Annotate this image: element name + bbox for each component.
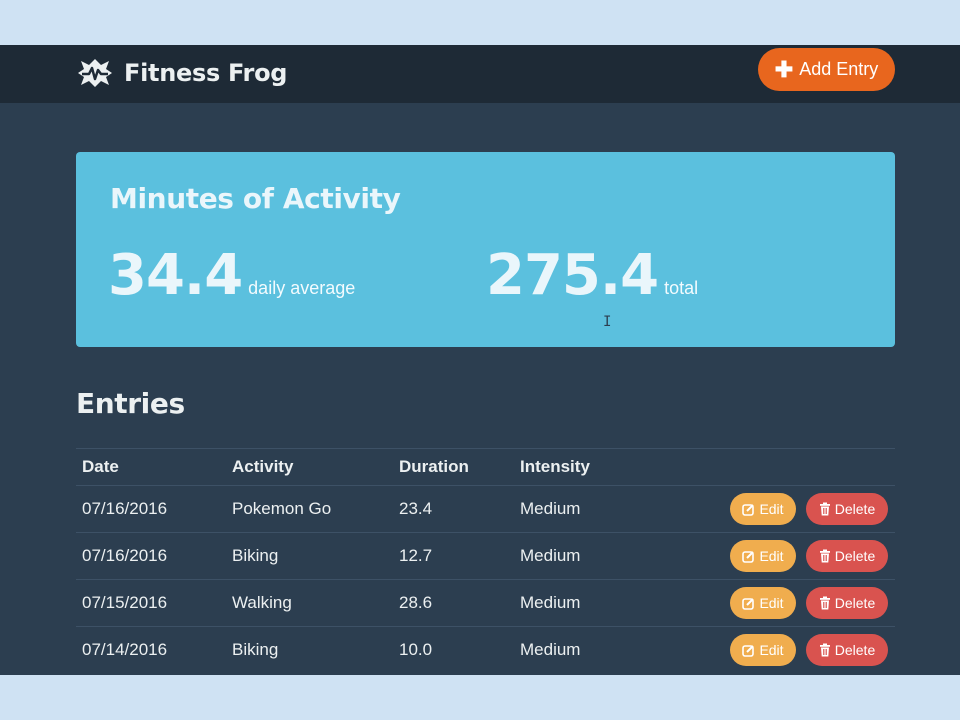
entry-duration: 28.6 [399,593,433,612]
entry-date: 07/16/2016 [82,546,168,565]
delete-label: Delete [834,595,876,611]
entry-duration: 10.0 [399,640,433,659]
delete-button[interactable]: Delete [806,493,888,525]
delete-label: Delete [834,501,876,517]
delete-button[interactable]: Delete [806,634,888,666]
daily-average-stat: 34.4 daily average [108,248,355,304]
entry-intensity: Medium [520,546,581,565]
entry-intensity: Medium [520,499,581,518]
entry-duration: 23.4 [399,499,433,518]
trash-icon [819,549,831,563]
edit-icon [742,550,755,563]
entry-date: 07/16/2016 [82,499,168,518]
daily-average-label: daily average [248,278,356,298]
column-header-duration: Duration [399,457,469,476]
entry-activity: Walking [232,593,292,612]
delete-label: Delete [834,642,876,658]
table-row: 07/14/2016 Biking 10.0 Medium Edit Delet… [76,626,895,673]
edit-label: Edit [759,595,784,611]
edit-button[interactable]: Edit [730,634,796,666]
edit-icon [742,644,755,657]
text-cursor-icon: I [603,314,612,330]
entry-intensity: Medium [520,640,581,659]
entry-date: 07/14/2016 [82,640,168,659]
trash-icon [819,643,831,657]
entry-activity: Biking [232,640,279,659]
edit-button[interactable]: Edit [730,493,796,525]
table-row: 07/15/2016 Walking 28.6 Medium Edit Dele… [76,579,895,626]
column-header-intensity: Intensity [520,457,590,476]
trash-icon [819,502,831,516]
entry-date: 07/15/2016 [82,593,168,612]
table-row: 07/16/2016 Biking 12.7 Medium Edit Delet… [76,532,895,579]
plus-icon: ✚ [774,56,794,82]
edit-button[interactable]: Edit [730,540,796,572]
delete-button[interactable]: Delete [806,587,888,619]
summary-title: Minutes of Activity [110,182,401,215]
table-header-row: Date Activity Duration Intensity [76,448,895,485]
delete-button[interactable]: Delete [806,540,888,572]
entry-intensity: Medium [520,593,581,612]
entry-activity: Pokemon Go [232,499,332,518]
navbar: Fitness Frog ✚ Add Entry [0,45,960,103]
entry-duration: 12.7 [399,546,433,565]
edit-icon [742,597,755,610]
edit-button[interactable]: Edit [730,587,796,619]
edit-label: Edit [759,642,784,658]
edit-label: Edit [759,548,784,564]
add-entry-label: Add Entry [799,59,879,79]
column-header-date: Date [82,457,119,476]
frog-logo-icon [76,55,114,91]
column-header-activity: Activity [232,457,294,476]
trash-icon [819,596,831,610]
edit-label: Edit [759,501,784,517]
total-label: total [664,278,699,298]
entry-activity: Biking [232,546,279,565]
entries-table: Date Activity Duration Intensity 07/16/2… [76,448,895,673]
total-stat: 275.4 total [486,248,698,304]
activity-summary-panel: Minutes of Activity 34.4 daily average 2… [76,152,895,347]
table-row: 07/16/2016 Pokemon Go 23.4 Medium Edit D… [76,485,895,532]
daily-average-value: 34.4 [108,243,243,308]
total-value: 275.4 [486,243,659,308]
edit-icon [742,503,755,516]
add-entry-button[interactable]: ✚ Add Entry [758,48,895,91]
brand-name: Fitness Frog [124,59,288,87]
entries-heading: Entries [76,387,185,420]
app-window: Fitness Frog ✚ Add Entry Minutes of Acti… [0,45,960,675]
brand[interactable]: Fitness Frog [76,53,287,93]
delete-label: Delete [834,548,876,564]
